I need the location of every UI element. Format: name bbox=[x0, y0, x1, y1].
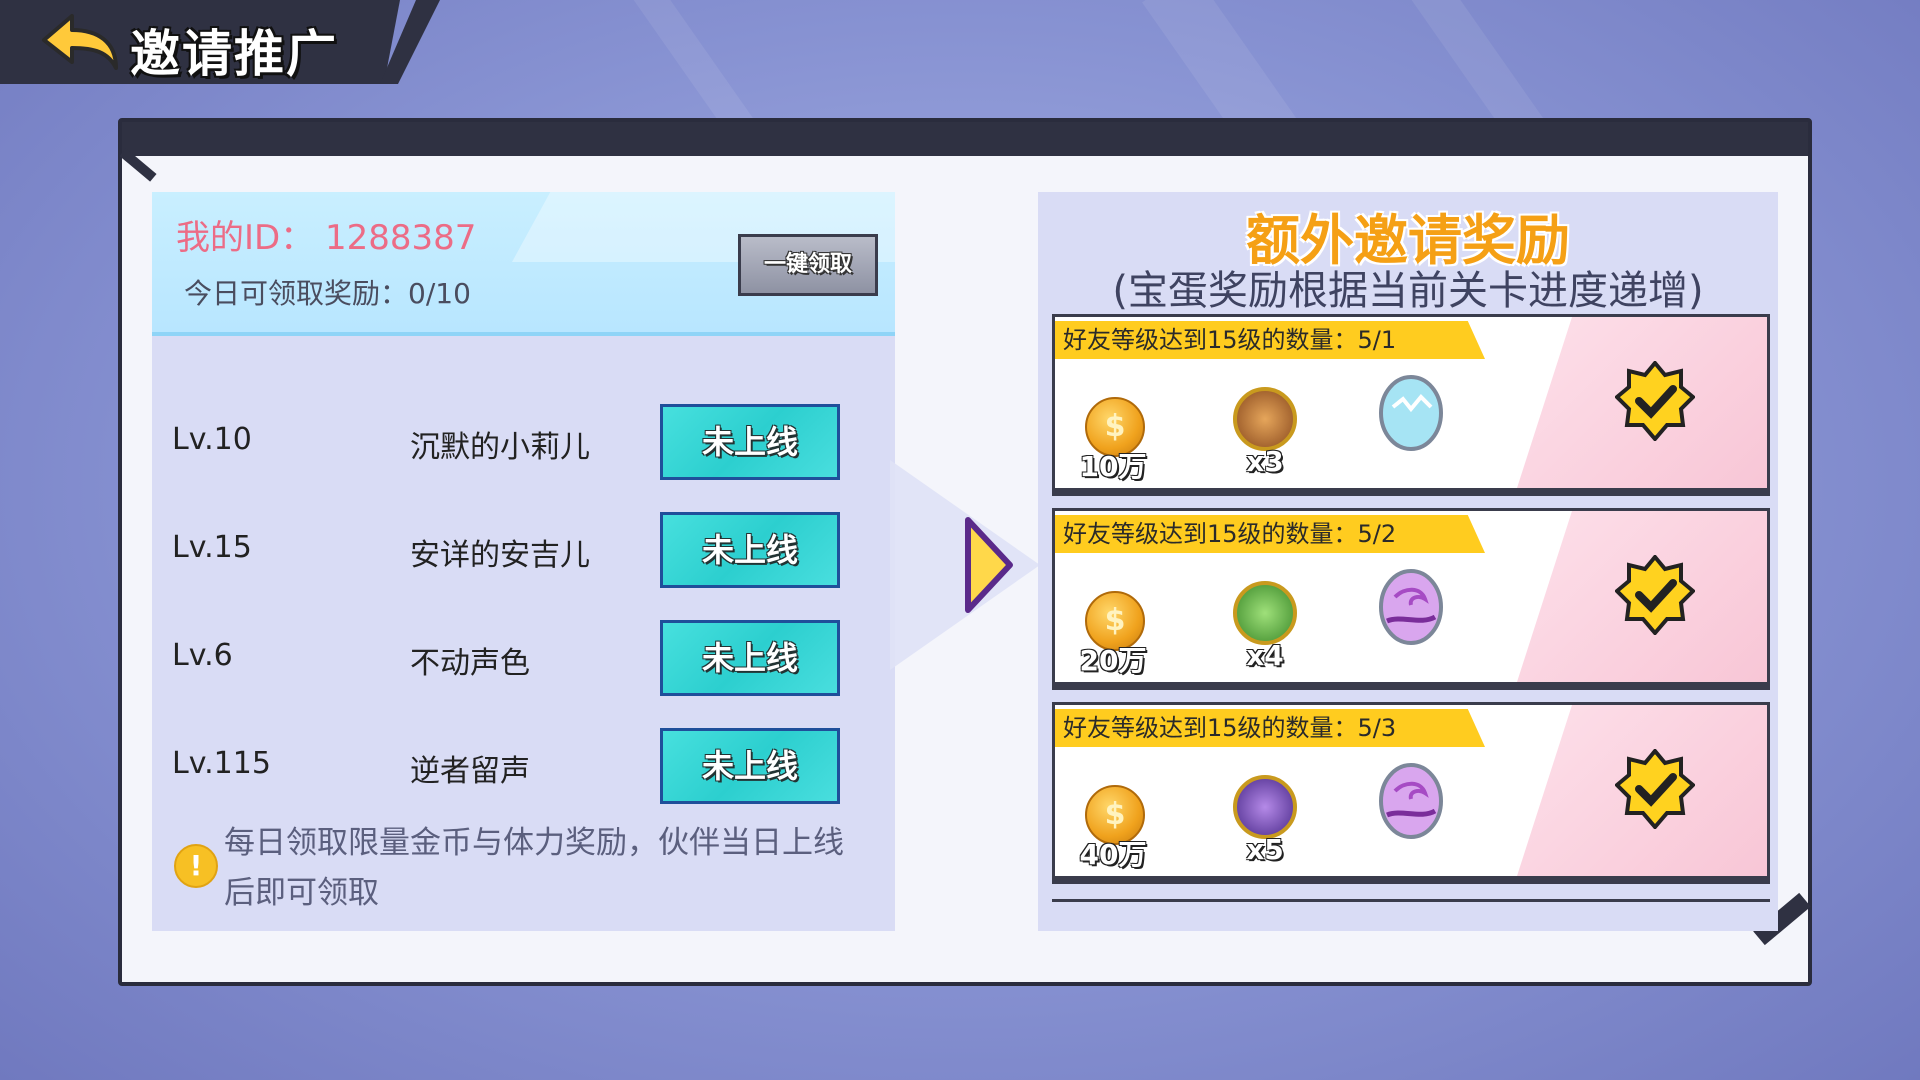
claimed-check-icon bbox=[1615, 555, 1695, 635]
hero-reward: x5 bbox=[1225, 775, 1305, 866]
reward-condition: 好友等级达到15级的数量：5/3 bbox=[1055, 709, 1485, 747]
reward-card: 好友等级达到15级的数量：5/2 $ 20万 x4 bbox=[1052, 508, 1770, 690]
hero-quantity: x5 bbox=[1246, 833, 1284, 866]
claimed-check-icon bbox=[1615, 749, 1695, 829]
reward-condition: 好友等级达到15级的数量：5/2 bbox=[1055, 515, 1485, 553]
my-id-text: 我的ID： 1288387 bbox=[176, 218, 477, 258]
hero-reward: x4 bbox=[1225, 581, 1305, 672]
friend-row: Lv.115 逆者留声 未上线 bbox=[152, 726, 895, 806]
coin-reward: $ 10万 bbox=[1073, 387, 1153, 483]
hero-quantity: x4 bbox=[1246, 639, 1284, 672]
friend-status-button[interactable]: 未上线 bbox=[660, 404, 840, 480]
page-title: 邀请推广 bbox=[130, 25, 338, 83]
friend-status-button[interactable]: 未上线 bbox=[660, 728, 840, 804]
egg-reward bbox=[1375, 369, 1455, 451]
hero-icon bbox=[1233, 581, 1297, 645]
friend-status-button[interactable]: 未上线 bbox=[660, 620, 840, 696]
arrow-right-icon bbox=[890, 460, 1040, 670]
friend-level: Lv.115 bbox=[172, 746, 271, 781]
warning-icon: ! bbox=[174, 844, 218, 888]
coin-amount: 20万 bbox=[1079, 644, 1147, 677]
hero-reward: x3 bbox=[1225, 387, 1305, 478]
hero-icon bbox=[1233, 387, 1297, 451]
friend-name: 沉默的小莉儿 bbox=[410, 430, 590, 465]
friend-name: 安详的安吉儿 bbox=[410, 538, 590, 573]
hero-icon bbox=[1233, 775, 1297, 839]
back-arrow-icon bbox=[42, 14, 118, 70]
coin-amount: 40万 bbox=[1079, 838, 1147, 871]
egg-reward bbox=[1375, 757, 1455, 839]
extra-reward-subtitle: (宝蛋奖励根据当前关卡进度递增) bbox=[1112, 268, 1704, 314]
friend-name: 逆者留声 bbox=[410, 754, 530, 789]
friend-name: 不动声色 bbox=[410, 646, 530, 681]
today-claimable-text: 今日可领取奖励：0/10 bbox=[184, 277, 471, 310]
friend-row: Lv.15 安详的安吉儿 未上线 bbox=[152, 510, 895, 590]
list-bottom-edge bbox=[1052, 899, 1770, 902]
friend-level: Lv.10 bbox=[172, 422, 252, 457]
back-button[interactable] bbox=[38, 10, 122, 74]
coin-reward: $ 40万 bbox=[1073, 775, 1153, 871]
friend-list-panel: 我的ID： 1288387 今日可领取奖励：0/10 一键领取 Lv.10 沉默… bbox=[152, 192, 895, 931]
friend-list-header: 我的ID： 1288387 今日可领取奖励：0/10 一键领取 bbox=[152, 192, 895, 336]
friend-row: Lv.6 不动声色 未上线 bbox=[152, 618, 895, 698]
notice-text: 每日领取限量金币与体力奖励，伙伴当日上线后即可领取 bbox=[224, 825, 844, 911]
coin-reward: $ 20万 bbox=[1073, 581, 1153, 677]
claimed-check-icon bbox=[1615, 361, 1695, 441]
extra-reward-panel: 额外邀请奖励 (宝蛋奖励根据当前关卡进度递增) 好友等级达到15级的数量：5/1… bbox=[1038, 192, 1778, 931]
purple-egg-icon bbox=[1379, 569, 1443, 645]
panel-top-bar bbox=[122, 122, 1808, 156]
friend-level: Lv.6 bbox=[172, 638, 233, 673]
reward-card: 好友等级达到15级的数量：5/1 $ 10万 x3 bbox=[1052, 314, 1770, 496]
reward-card: 好友等级达到15级的数量：5/3 $ 40万 x5 bbox=[1052, 702, 1770, 884]
coin-amount: 10万 bbox=[1079, 450, 1147, 483]
friend-row: Lv.10 沉默的小莉儿 未上线 bbox=[152, 402, 895, 482]
claim-all-button[interactable]: 一键领取 bbox=[738, 234, 878, 296]
friend-level: Lv.15 bbox=[172, 530, 252, 565]
blue-egg-icon bbox=[1379, 375, 1443, 451]
reward-condition: 好友等级达到15级的数量：5/1 bbox=[1055, 321, 1485, 359]
friend-status-button[interactable]: 未上线 bbox=[660, 512, 840, 588]
purple-egg-icon bbox=[1379, 763, 1443, 839]
egg-reward bbox=[1375, 563, 1455, 645]
hero-quantity: x3 bbox=[1246, 445, 1284, 478]
